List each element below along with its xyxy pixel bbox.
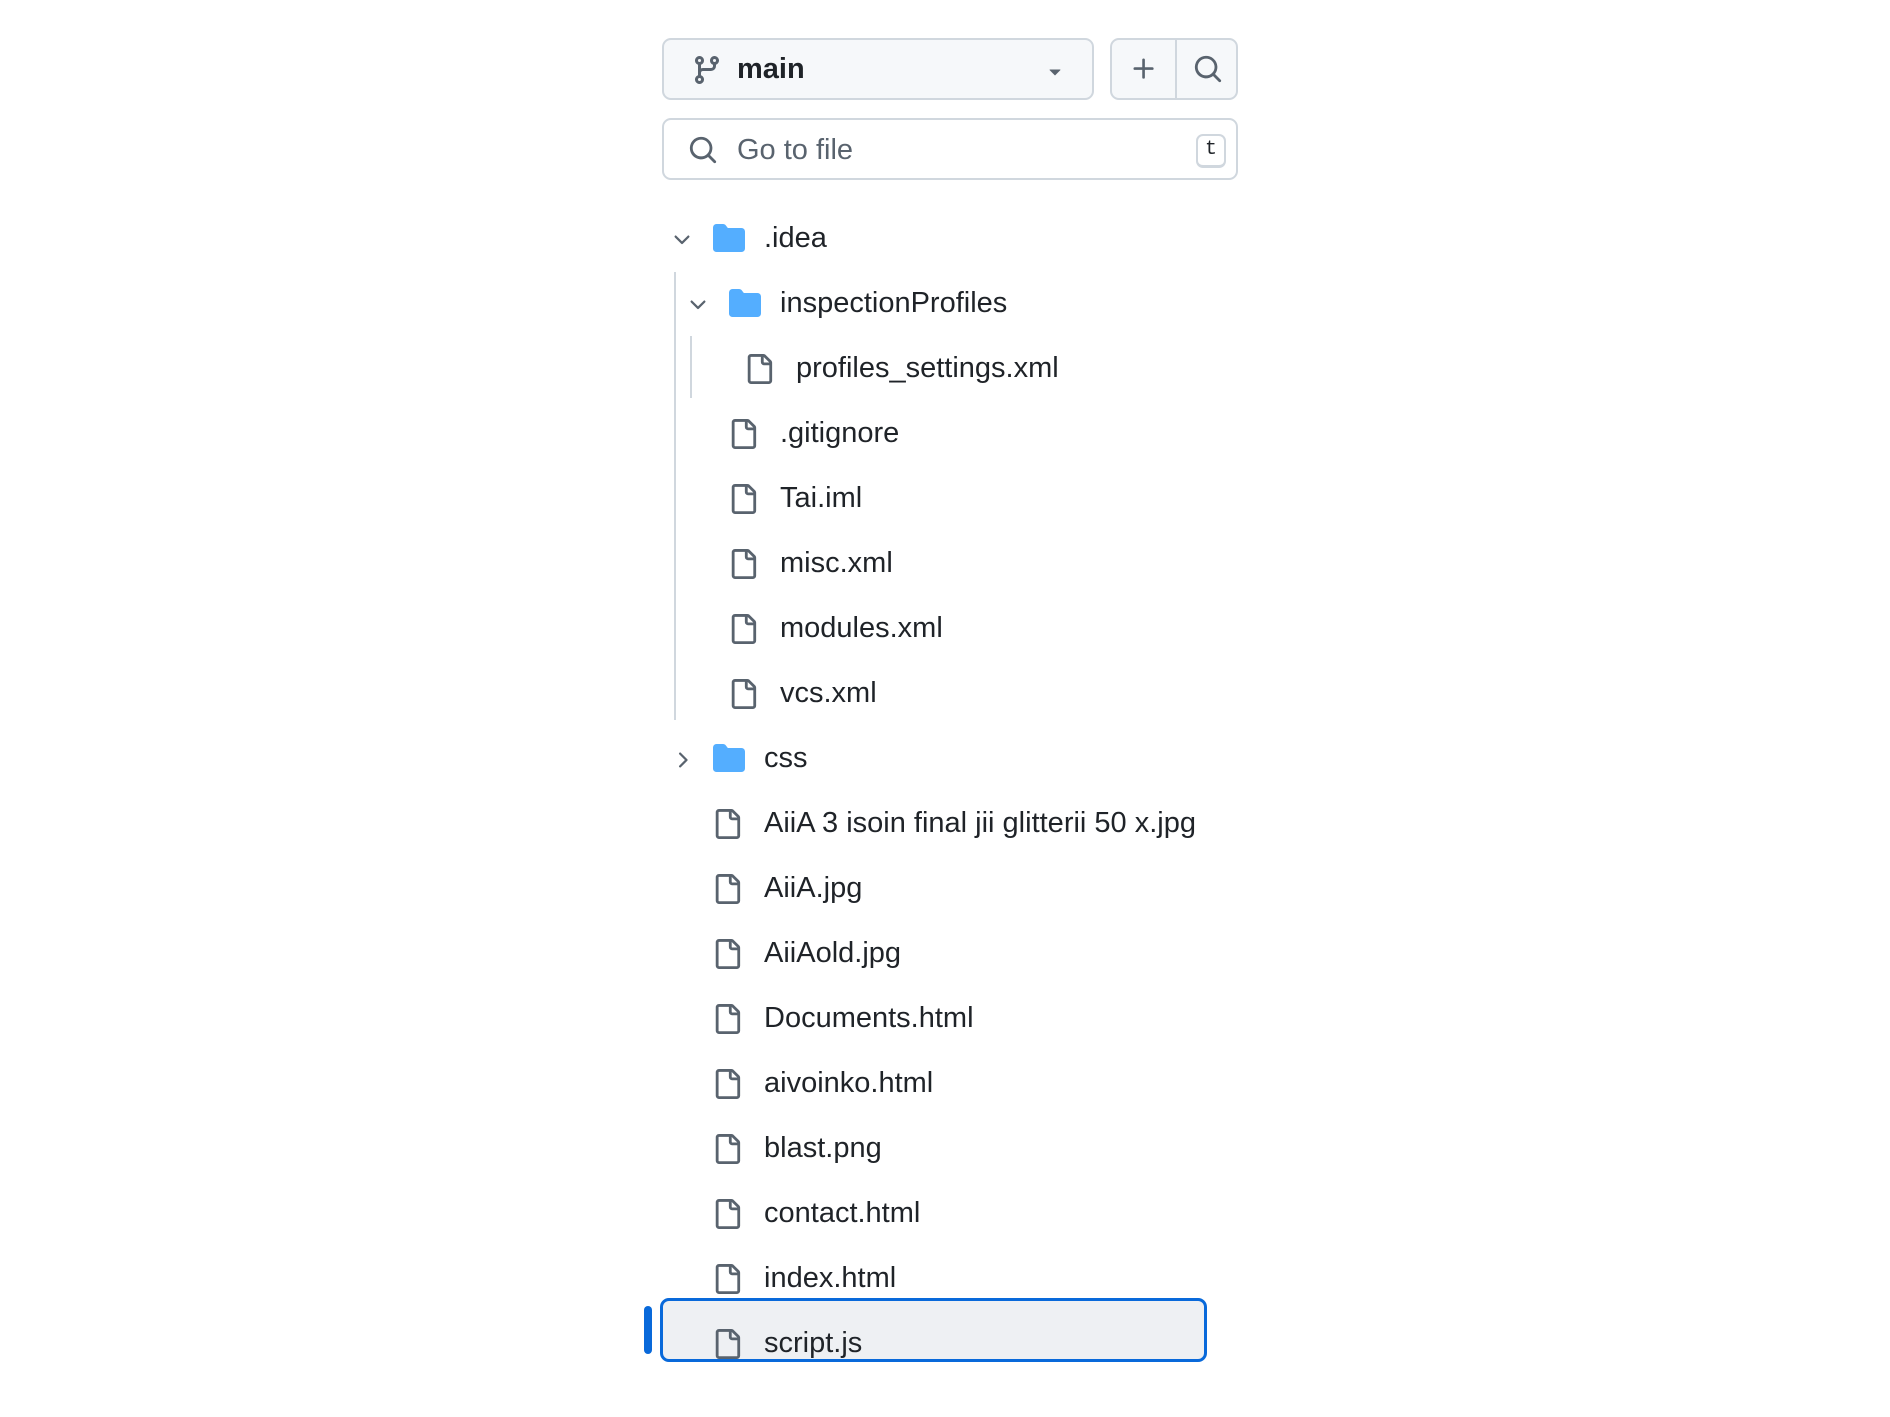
tree-file-row[interactable]: AiiA.jpg — [662, 858, 1222, 922]
tree-file-row[interactable]: contact.html — [662, 1183, 1222, 1247]
folder-icon — [712, 742, 746, 774]
folder-icon — [712, 222, 746, 254]
keyboard-shortcut-hint: t — [1196, 134, 1226, 168]
tree-item-label: Tai.iml — [780, 482, 863, 514]
chevron-down-icon — [686, 293, 710, 317]
file-icon — [712, 1131, 742, 1167]
tree-file-row[interactable]: .gitignore — [662, 403, 1222, 467]
file-icon — [712, 806, 742, 842]
tree-file-row[interactable]: modules.xml — [662, 598, 1222, 662]
tree-item-label: blast.png — [764, 1132, 882, 1164]
chevron-down-icon — [670, 228, 694, 252]
branch-name: main — [737, 53, 805, 85]
branch-selector-button[interactable]: main — [662, 38, 1094, 100]
tree-item-label: vcs.xml — [780, 677, 877, 709]
tree-item-label: misc.xml — [780, 547, 893, 579]
file-icon — [712, 1001, 742, 1037]
tree-item-label: index.html — [764, 1262, 897, 1294]
chevron-right-icon — [670, 748, 694, 772]
tree-file-row[interactable]: script.js — [662, 1313, 1222, 1377]
tree-item-label: profiles_settings.xml — [796, 352, 1059, 384]
file-icon — [728, 676, 758, 712]
tree-item-label: .idea — [764, 222, 827, 254]
caret-down-icon — [1049, 69, 1061, 76]
tree-file-row[interactable]: profiles_settings.xml — [662, 338, 1222, 402]
tree-item-label: css — [764, 742, 808, 774]
file-icon — [728, 416, 758, 452]
file-icon — [728, 546, 758, 582]
tree-file-row[interactable]: blast.png — [662, 1118, 1222, 1182]
tree-file-row[interactable]: misc.xml — [662, 533, 1222, 597]
file-icon — [744, 351, 774, 387]
file-icon — [712, 871, 742, 907]
file-icon — [712, 936, 742, 972]
git-branch-icon — [694, 56, 719, 85]
go-to-file-placeholder: Go to file — [737, 134, 854, 166]
tree-item-label: AiiA 3 isoin final jii glitterii 50 x.jp… — [764, 807, 1196, 839]
tree-folder-row[interactable]: .idea — [662, 208, 1222, 272]
folder-icon — [728, 287, 762, 319]
file-icon — [712, 1261, 742, 1297]
search-icon — [1194, 55, 1221, 83]
tree-file-row[interactable]: aivoinko.html — [662, 1053, 1222, 1117]
tree-item-label: script.js — [764, 1327, 863, 1359]
file-icon — [712, 1326, 742, 1362]
add-file-button[interactable] — [1112, 40, 1177, 98]
tree-item-label: contact.html — [764, 1197, 921, 1229]
file-icon — [712, 1196, 742, 1232]
tree-file-row[interactable]: index.html — [662, 1248, 1222, 1312]
tree-file-row[interactable]: Tai.iml — [662, 468, 1222, 532]
tree-item-label: AiiA.jpg — [764, 872, 863, 904]
search-code-button[interactable] — [1177, 40, 1236, 98]
search-icon — [689, 136, 717, 164]
active-row-marker — [644, 1306, 652, 1354]
tree-item-label: AiiAold.jpg — [764, 937, 902, 969]
tree-actions — [1110, 38, 1238, 100]
file-icon — [712, 1066, 742, 1102]
tree-file-row[interactable]: AiiA 3 isoin final jii glitterii 50 x.jp… — [662, 793, 1222, 857]
tree-file-row[interactable]: vcs.xml — [662, 663, 1222, 727]
tree-file-row[interactable]: AiiAold.jpg — [662, 923, 1222, 987]
file-icon — [728, 481, 758, 517]
file-icon — [728, 611, 758, 647]
tree-item-label: Documents.html — [764, 1002, 974, 1034]
tree-item-label: aivoinko.html — [764, 1067, 934, 1099]
tree-item-label: modules.xml — [780, 612, 943, 644]
tree-folder-row[interactable]: css — [662, 728, 1222, 792]
tree-item-label: inspectionProfiles — [780, 287, 1008, 319]
tree-item-label: .gitignore — [780, 417, 900, 449]
go-to-file-input[interactable]: Go to file t — [662, 118, 1238, 180]
plus-icon — [1133, 58, 1154, 79]
tree-folder-row[interactable]: inspectionProfiles — [662, 273, 1222, 337]
tree-file-row[interactable]: Documents.html — [662, 988, 1222, 1052]
